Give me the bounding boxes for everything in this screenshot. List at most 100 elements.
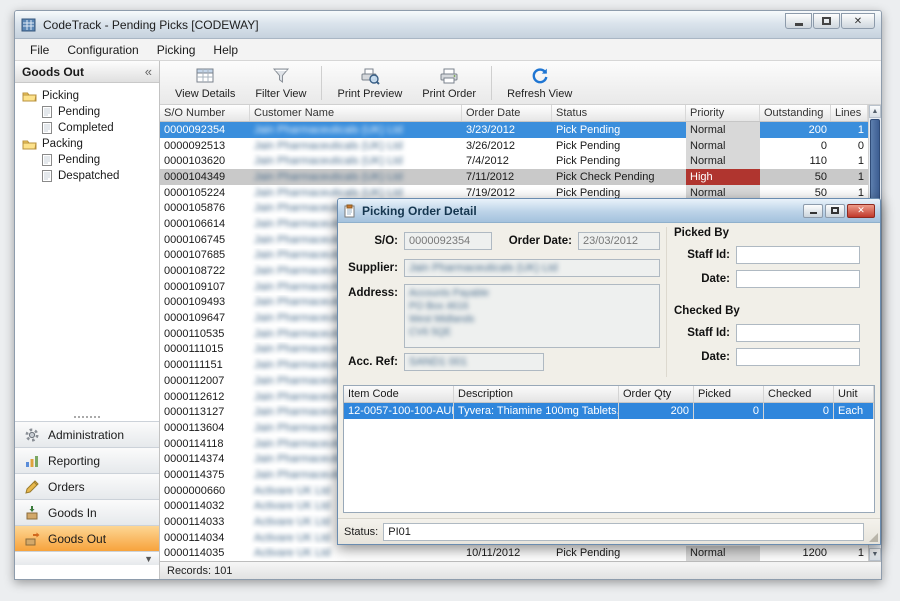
sidebar-header[interactable]: Goods Out «	[15, 61, 159, 83]
menu-item-picking[interactable]: Picking	[148, 41, 205, 59]
outstanding-cell: 0	[760, 138, 831, 154]
toolbar-refresh-view-button[interactable]: Refresh View	[498, 64, 581, 102]
items-column-header-checked[interactable]: Checked	[764, 386, 834, 402]
dialog-maximize-button[interactable]	[825, 204, 845, 218]
items-body: 12-0057-100-100-AUDTyvera: Thiamine 100m…	[344, 403, 874, 512]
picked-date-input[interactable]	[736, 270, 860, 288]
refresh-view-icon	[530, 66, 550, 86]
menu-item-file[interactable]: File	[21, 41, 58, 59]
so-number-cell: 0000110535	[160, 326, 250, 342]
table-row[interactable]: 0000104349Jain Pharmaceuticals (UK) Ltd7…	[160, 169, 868, 185]
address-field[interactable]: Accounts PayablePO Box 4616West Midlands…	[404, 284, 660, 348]
tree-folder-packing[interactable]: Packing	[18, 136, 156, 152]
lines-cell: 1	[831, 546, 868, 561]
customer-name-cell: Jain Pharmaceuticals (UK) Ltd	[250, 138, 462, 154]
maximize-button[interactable]	[813, 13, 840, 29]
so-number-cell: 0000113604	[160, 420, 250, 436]
table-row[interactable]: 0000114035Activare UK Ltd10/11/2012Pick …	[160, 546, 868, 561]
so-number-cell: 0000106745	[160, 232, 250, 248]
column-header-order-date[interactable]: Order Date	[462, 105, 552, 121]
order-items-grid: Item CodeDescriptionOrder QtyPickedCheck…	[343, 385, 875, 513]
picked-staff-id-input[interactable]	[736, 246, 860, 264]
toolbar-filter-view-button[interactable]: Filter View	[246, 64, 315, 102]
nav-goods-out[interactable]: Goods Out	[15, 525, 159, 551]
dialog-close-button[interactable]: ✕	[847, 204, 875, 218]
picked-by-title: Picked By	[674, 227, 729, 239]
column-header-s-o-number[interactable]: S/O Number	[160, 105, 250, 121]
chevron-down-icon[interactable]: ▼	[144, 554, 153, 564]
tree-item-packing-despatched[interactable]: Despatched	[18, 168, 156, 184]
order-date-cell: 7/11/2012	[462, 169, 552, 185]
column-header-lines[interactable]: Lines	[831, 105, 868, 121]
tree-item-picking-completed[interactable]: Completed	[18, 120, 156, 136]
table-row[interactable]: 0000092513Jain Pharmaceuticals (UK) Ltd3…	[160, 138, 868, 154]
supplier-field[interactable]: Jain Pharmaceuticals (UK) Ltd	[404, 259, 660, 277]
items-column-header-picked[interactable]: Picked	[694, 386, 764, 402]
column-header-status[interactable]: Status	[552, 105, 686, 121]
splitter-handle[interactable]	[15, 413, 159, 421]
toolbar-print-preview-button[interactable]: Print Preview	[328, 64, 411, 102]
supplier-value-blurred: Jain Pharmaceuticals (UK) Ltd	[409, 262, 558, 274]
column-header-priority[interactable]: Priority	[686, 105, 760, 121]
customer-name-blurred: Activare UK Ltd	[254, 500, 330, 512]
nav-options-strip[interactable]: ▼	[15, 551, 159, 565]
records-count: Records: 101	[167, 565, 232, 577]
tree-item-picking-pending[interactable]: Pending	[18, 104, 156, 120]
items-column-header-unit[interactable]: Unit	[834, 386, 874, 402]
status-cell: Pick Pending	[552, 546, 686, 561]
minimize-button[interactable]	[785, 13, 812, 29]
folder-icon	[22, 138, 37, 150]
nav-reporting[interactable]: Reporting	[15, 447, 159, 473]
column-header-customer-name[interactable]: Customer Name	[250, 105, 462, 121]
picked-cell: 0	[694, 403, 764, 419]
dialog-title-bar[interactable]: Picking Order Detail ✕	[338, 199, 880, 223]
nav-orders[interactable]: Orders	[15, 473, 159, 499]
toolbar-button-label: Refresh View	[507, 88, 572, 100]
so-number-cell: 0000114034	[160, 530, 250, 546]
print-order-icon	[439, 66, 459, 86]
dialog-minimize-button[interactable]	[803, 204, 823, 218]
so-number-cell: 0000114374	[160, 451, 250, 467]
items-column-header-item-code[interactable]: Item Code	[344, 386, 454, 402]
toolbar-button-label: Print Order	[422, 88, 476, 100]
nav-goods-in[interactable]: Goods In	[15, 499, 159, 525]
resize-grip[interactable]	[869, 533, 878, 542]
so-field[interactable]: 0000092354	[404, 232, 492, 250]
items-header-row: Item CodeDescriptionOrder QtyPickedCheck…	[344, 386, 874, 403]
acc-ref-field[interactable]: SAND1 001	[404, 353, 544, 371]
so-number-cell: 0000112007	[160, 373, 250, 389]
table-row[interactable]: 0000103620Jain Pharmaceuticals (UK) Ltd7…	[160, 153, 868, 169]
reporting-icon	[24, 453, 40, 469]
sidebar-title: Goods Out	[22, 65, 84, 79]
item-code-cell: 12-0057-100-100-AUD	[344, 403, 454, 419]
close-button[interactable]: ✕	[841, 13, 875, 29]
customer-name-blurred: Activare UK Ltd	[254, 547, 330, 559]
column-header-outstanding[interactable]: Outstanding	[760, 105, 831, 121]
nav-administration[interactable]: Administration	[15, 421, 159, 447]
order-date-field[interactable]: 23/03/2012	[578, 232, 660, 250]
scroll-up-icon[interactable]: ▲	[869, 105, 881, 118]
items-column-header-order-qty[interactable]: Order Qty	[619, 386, 694, 402]
address-label: Address:	[346, 287, 398, 299]
checked-staff-id-input[interactable]	[736, 324, 860, 342]
menu-item-configuration[interactable]: Configuration	[58, 41, 147, 59]
dialog-status-value: PI01	[383, 523, 864, 541]
scroll-down-icon[interactable]: ▼	[869, 548, 881, 561]
title-bar[interactable]: CodeTrack - Pending Picks [CODEWAY] ✕	[15, 11, 881, 39]
table-row[interactable]: 0000092354Jain Pharmaceuticals (UK) Ltd3…	[160, 122, 868, 138]
items-column-header-description[interactable]: Description	[454, 386, 619, 402]
checked-date-input[interactable]	[736, 348, 860, 366]
tree-folder-picking[interactable]: Picking	[18, 88, 156, 104]
nav-label: Reporting	[48, 454, 100, 468]
collapse-icon[interactable]: «	[145, 64, 152, 79]
toolbar-print-order-button[interactable]: Print Order	[413, 64, 485, 102]
sidebar-filler	[15, 565, 159, 579]
tree-item-packing-pending[interactable]: Pending	[18, 152, 156, 168]
toolbar-view-details-button[interactable]: View Details	[166, 64, 244, 102]
page-icon	[42, 122, 53, 134]
menu-item-help[interactable]: Help	[204, 41, 247, 59]
acc-ref-value-blurred: SAND1 001	[409, 356, 467, 368]
description-cell: Tyvera: Thiamine 100mg Tablets, ...	[454, 403, 619, 419]
item-row[interactable]: 12-0057-100-100-AUDTyvera: Thiamine 100m…	[344, 403, 874, 419]
tree-folder-label: Packing	[42, 138, 83, 150]
